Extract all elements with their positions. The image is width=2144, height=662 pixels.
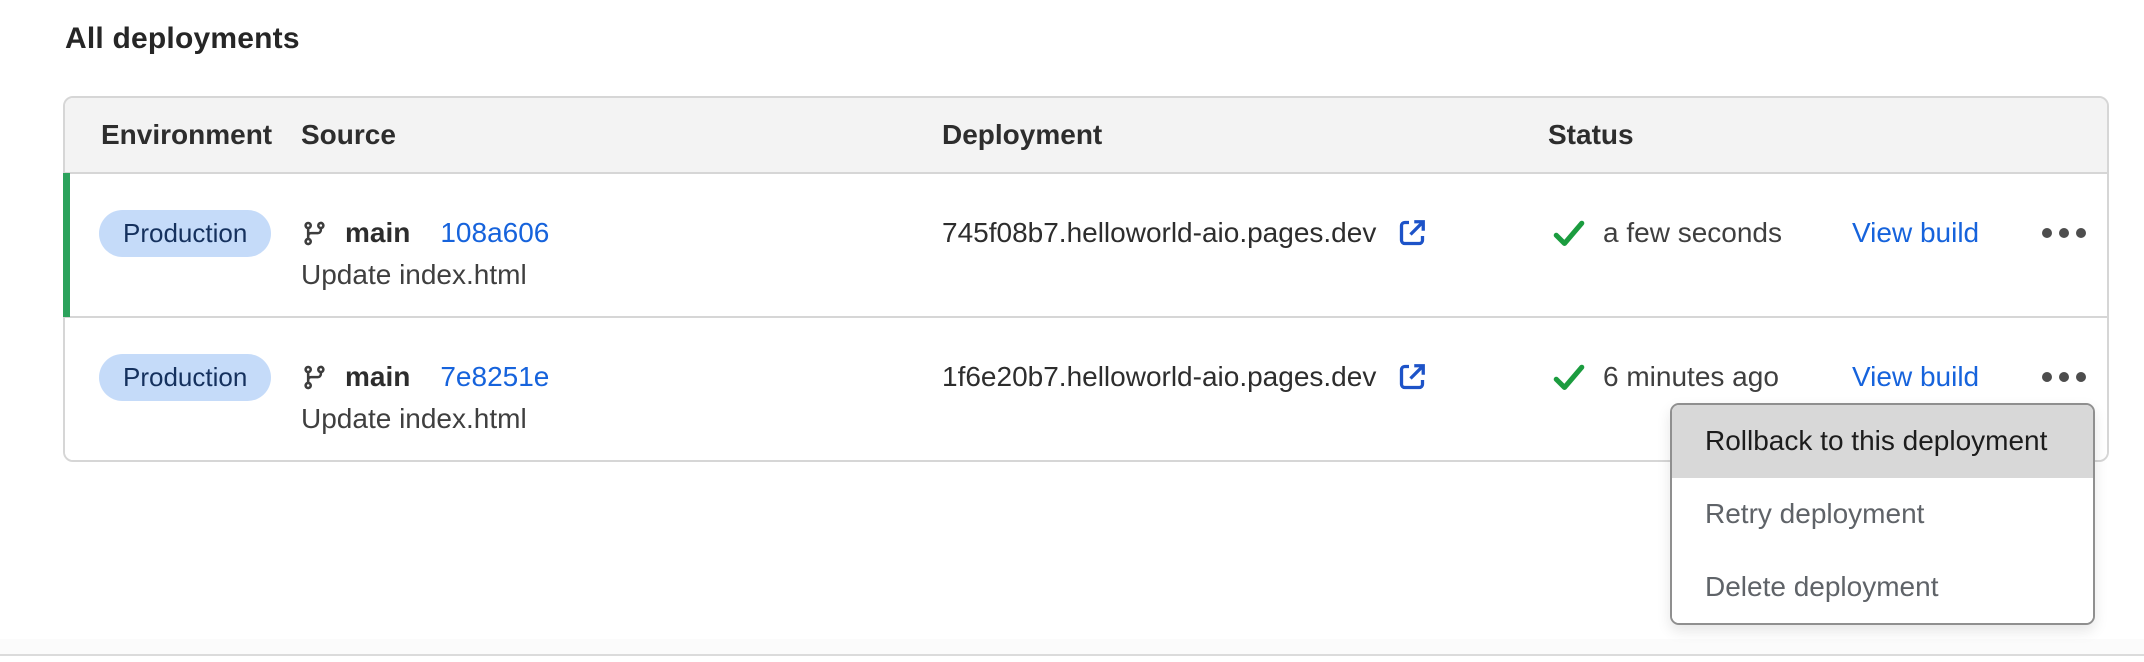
external-link-icon[interactable] xyxy=(1394,215,1430,251)
branch-name: main xyxy=(345,217,410,249)
git-branch-icon xyxy=(301,364,328,391)
branch-name: main xyxy=(345,361,410,393)
deployments-page: All deployments Environment Source Deplo… xyxy=(0,0,2144,662)
commit-message: Update index.html xyxy=(301,252,527,298)
external-link-icon[interactable] xyxy=(1394,359,1430,395)
status-cell: 6 minutes ago xyxy=(1551,354,1779,400)
bottom-band xyxy=(0,639,2144,654)
bottom-divider xyxy=(0,654,2144,656)
menu-item-delete[interactable]: Delete deployment xyxy=(1672,550,2093,623)
check-icon xyxy=(1551,215,1587,251)
git-branch-icon xyxy=(301,220,328,247)
menu-item-rollback[interactable]: Rollback to this deployment xyxy=(1672,405,2093,478)
menu-item-retry[interactable]: Retry deployment xyxy=(1672,478,2093,551)
current-deployment-indicator xyxy=(63,173,70,317)
column-header-status: Status xyxy=(1548,98,1634,172)
page-title: All deployments xyxy=(65,22,300,56)
source-cell: main 108a606 xyxy=(301,210,549,256)
status-time: 6 minutes ago xyxy=(1603,361,1779,393)
overflow-menu-icon[interactable] xyxy=(2032,210,2096,256)
deployment-context-menu: Rollback to this deployment Retry deploy… xyxy=(1670,403,2095,625)
status-time: a few seconds xyxy=(1603,217,1782,249)
column-header-environment: Environment xyxy=(101,98,272,172)
column-header-deployment: Deployment xyxy=(942,98,1102,172)
deployment-url: 745f08b7.helloworld-aio.pages.dev xyxy=(942,217,1376,249)
environment-cell: Production xyxy=(99,354,271,400)
source-cell: main 7e8251e xyxy=(301,354,549,400)
environment-badge: Production xyxy=(99,210,271,257)
check-icon xyxy=(1551,359,1587,395)
environment-badge: Production xyxy=(99,354,271,401)
deployment-cell: 745f08b7.helloworld-aio.pages.dev xyxy=(942,210,1430,256)
view-build-cell: View build xyxy=(1852,354,1979,400)
view-build-link[interactable]: View build xyxy=(1852,361,1979,393)
overflow-menu-icon[interactable] xyxy=(2032,354,2096,400)
table-row: Production main 108a606 Update index.htm… xyxy=(65,174,2107,318)
view-build-cell: View build xyxy=(1852,210,1979,256)
environment-cell: Production xyxy=(99,210,271,256)
column-header-source: Source xyxy=(301,98,396,172)
deployment-url: 1f6e20b7.helloworld-aio.pages.dev xyxy=(942,361,1376,393)
table-header-row: Environment Source Deployment Status xyxy=(65,98,2107,174)
commit-link[interactable]: 7e8251e xyxy=(440,361,549,393)
deployment-cell: 1f6e20b7.helloworld-aio.pages.dev xyxy=(942,354,1430,400)
commit-link[interactable]: 108a606 xyxy=(440,217,549,249)
status-cell: a few seconds xyxy=(1551,210,1782,256)
commit-message: Update index.html xyxy=(301,396,527,442)
view-build-link[interactable]: View build xyxy=(1852,217,1979,249)
